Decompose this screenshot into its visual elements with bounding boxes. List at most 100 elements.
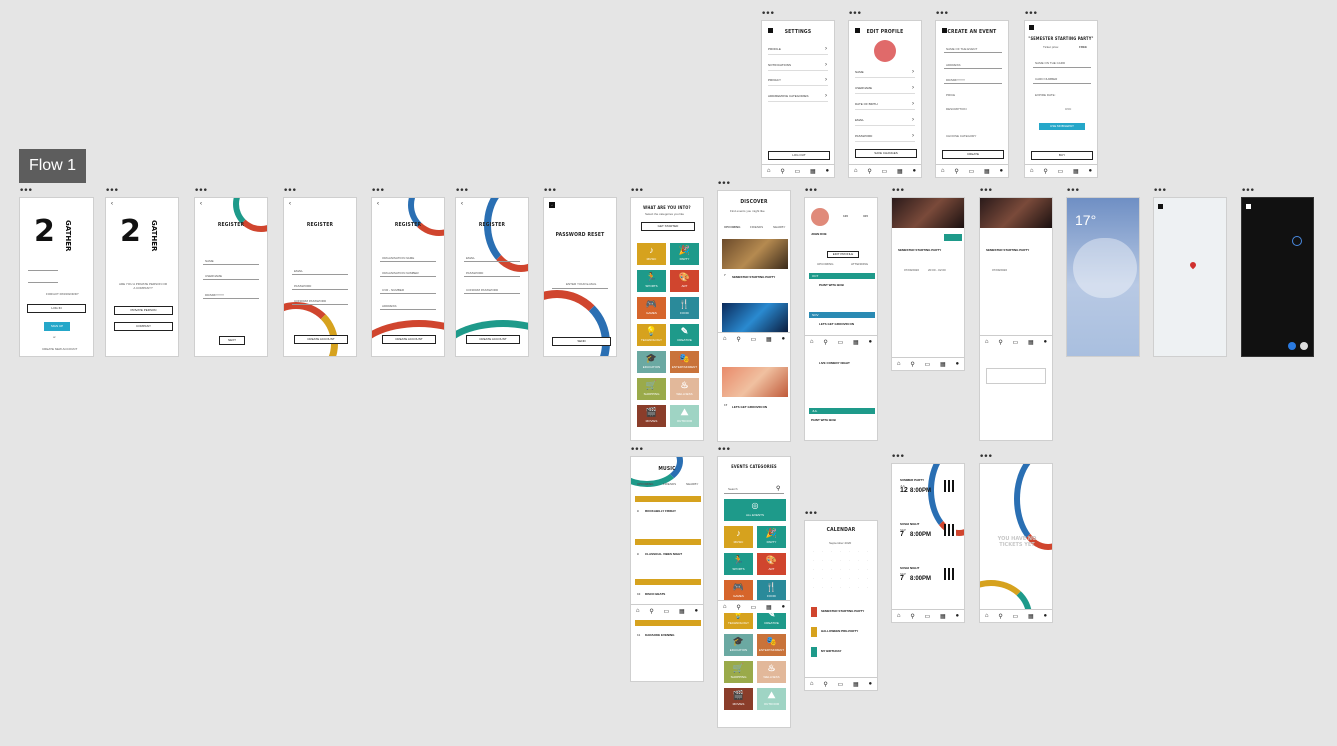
category-tile[interactable]: ♪ MUSIC <box>724 526 753 548</box>
calendar-icon[interactable]: ▦ <box>1073 168 1079 175</box>
calendar-icon[interactable]: ▦ <box>984 168 990 175</box>
frame-menu-icon[interactable]: ••• <box>804 187 818 196</box>
search-icon[interactable]: ⚲ <box>998 613 1002 620</box>
login-button[interactable]: LOG IN <box>27 304 86 313</box>
frame-menu-icon[interactable]: ••• <box>455 187 469 196</box>
frame-menu-icon[interactable]: ••• <box>848 10 862 19</box>
create-button[interactable]: CREATE <box>942 150 1004 159</box>
calendar-day[interactable]: · <box>840 567 841 571</box>
calendar-icon[interactable]: ▦ <box>679 608 685 615</box>
frame-menu-icon[interactable]: ••• <box>19 187 33 196</box>
profile-icon[interactable]: ● <box>1043 613 1047 619</box>
profile-icon[interactable]: ● <box>1043 339 1047 345</box>
edit-row-password[interactable]: PASSWORD <box>855 132 915 142</box>
mobilepay-button[interactable]: USE MOBILEPAY <box>1039 123 1085 130</box>
map-pin-icon[interactable] <box>1188 260 1198 270</box>
search-icon[interactable]: ⚲ <box>910 613 914 620</box>
address-field[interactable]: ADDRESS <box>382 304 397 308</box>
calendar-day[interactable]: · <box>822 558 823 562</box>
calendar-icon[interactable]: ▦ <box>810 168 816 175</box>
email-field[interactable]: EMAIL <box>466 256 475 260</box>
calendar-day[interactable]: · <box>849 567 850 571</box>
cvc-field[interactable]: CVC <box>1065 107 1071 111</box>
org-name-field[interactable]: ORGANISATION NAME <box>382 256 414 260</box>
calendar-day[interactable]: · <box>867 567 868 571</box>
profile-icon[interactable]: ● <box>999 168 1003 174</box>
calendar-event-1[interactable]: SEMESTER STARTING PARTY <box>821 609 864 613</box>
ticket-icon[interactable]: ▭ <box>751 604 757 611</box>
back-icon[interactable]: ‹ <box>289 201 291 207</box>
edit-row-name[interactable]: NAME <box>855 68 915 78</box>
save-button[interactable]: SAVE CHANGES <box>855 149 917 158</box>
calendar-day[interactable]: · <box>840 558 841 562</box>
edit-profile-button[interactable]: EDIT PROFILE <box>827 251 859 258</box>
frame-menu-icon[interactable]: ••• <box>1024 10 1038 19</box>
search-icon[interactable]: ⚲ <box>910 361 914 368</box>
frame-menu-icon[interactable]: ••• <box>935 10 949 19</box>
home-icon[interactable]: ⌂ <box>723 336 727 342</box>
frame-menu-icon[interactable]: ••• <box>891 453 905 462</box>
ticket-icon[interactable]: ▭ <box>925 613 931 620</box>
tab-nearby[interactable]: NEARBY <box>686 482 698 486</box>
tab-friends[interactable]: FRIENDS <box>663 482 676 486</box>
category-tile[interactable]: ♨ WELLNESS <box>670 378 699 400</box>
calendar-day[interactable]: · <box>858 549 859 553</box>
category-tile[interactable]: 🛒 SHOPPING <box>637 378 666 400</box>
calendar-icon[interactable]: ▦ <box>766 336 772 343</box>
home-icon[interactable]: ⌂ <box>854 168 858 174</box>
ticket-icon[interactable]: ▭ <box>969 168 975 175</box>
category-tile[interactable]: 🛒 SHOPPING <box>724 661 753 683</box>
profile-icon[interactable]: ● <box>868 339 872 345</box>
calendar-day[interactable]: · <box>840 585 841 589</box>
confirm-field[interactable]: CONFIRM PASSWORD <box>294 299 326 303</box>
category-tile[interactable]: 🎓 EDUCATION <box>637 351 666 373</box>
frame-menu-icon[interactable]: ••• <box>979 187 993 196</box>
frame-menu-icon[interactable]: ••• <box>1066 187 1080 196</box>
category-tile[interactable]: 🎨 ART <box>757 553 786 575</box>
email-field[interactable]: ENTER YOUR E-MAIL <box>566 282 596 286</box>
card-number-field[interactable]: CARD NUMBER <box>1035 77 1057 81</box>
tab-nearby[interactable]: NEARBY <box>773 225 785 229</box>
event-name[interactable]: KARAOKE EVENING <box>645 633 675 637</box>
home-icon[interactable]: ⌂ <box>985 339 989 345</box>
confirm-button[interactable] <box>1288 342 1296 350</box>
calendar-day[interactable]: · <box>822 567 823 571</box>
avatar[interactable] <box>811 208 829 226</box>
search-icon[interactable]: ⚲ <box>867 168 871 175</box>
calendar-icon[interactable]: ▦ <box>1028 339 1034 346</box>
event-image[interactable] <box>722 367 788 397</box>
org-number-field[interactable]: ORGANISATION NUMBER <box>382 271 419 275</box>
ticket-icon[interactable]: ▭ <box>882 168 888 175</box>
ticket-icon[interactable]: ▭ <box>1058 168 1064 175</box>
profile-icon[interactable]: ● <box>694 608 698 614</box>
event-name[interactable]: PAINT WITH BOB <box>811 418 836 422</box>
confirm-field[interactable]: CONFIRM PASSWORD <box>466 288 498 292</box>
frame-menu-icon[interactable]: ••• <box>717 180 731 189</box>
price-field[interactable]: PRICE <box>946 93 955 97</box>
qr-code-icon[interactable] <box>944 568 956 580</box>
ticket-icon[interactable]: ▭ <box>1013 339 1019 346</box>
ticket-icon[interactable]: ▭ <box>838 339 844 346</box>
category-tile[interactable]: 🎮 GAMES <box>724 580 753 602</box>
search-icon[interactable]: ⚲ <box>954 168 958 175</box>
home-icon[interactable]: ⌂ <box>810 339 814 345</box>
back-icon[interactable]: ‹ <box>111 201 113 207</box>
calendar-day[interactable]: · <box>849 549 850 553</box>
profile-icon[interactable]: ● <box>868 681 872 687</box>
calendar-day[interactable]: · <box>831 567 832 571</box>
card-name-field[interactable]: NAME ON THE CARD <box>1035 61 1065 65</box>
category-tile[interactable]: 🍴 FOOD <box>670 297 699 319</box>
settings-row-notifications[interactable]: NOTIFICATIONS <box>768 61 828 71</box>
calendar-day[interactable]: · <box>840 549 841 553</box>
calendar-day[interactable]: · <box>813 576 814 580</box>
calendar-day[interactable]: · <box>858 567 859 571</box>
category-tile[interactable]: 🎨 ART <box>670 270 699 292</box>
profile-icon[interactable]: ● <box>781 336 785 342</box>
logout-button[interactable]: LOG OUT <box>768 151 830 160</box>
calendar-day[interactable]: · <box>867 558 868 562</box>
event-name[interactable]: LIVE COMEDY NIGHT <box>819 361 850 365</box>
tab-friends[interactable]: FRIENDS <box>750 225 763 229</box>
search-icon[interactable]: ⚲ <box>736 336 740 343</box>
settings-row-categories[interactable]: ADD/REMOVE CATEGORIES <box>768 92 828 102</box>
ticket-icon[interactable]: ▭ <box>838 681 844 688</box>
